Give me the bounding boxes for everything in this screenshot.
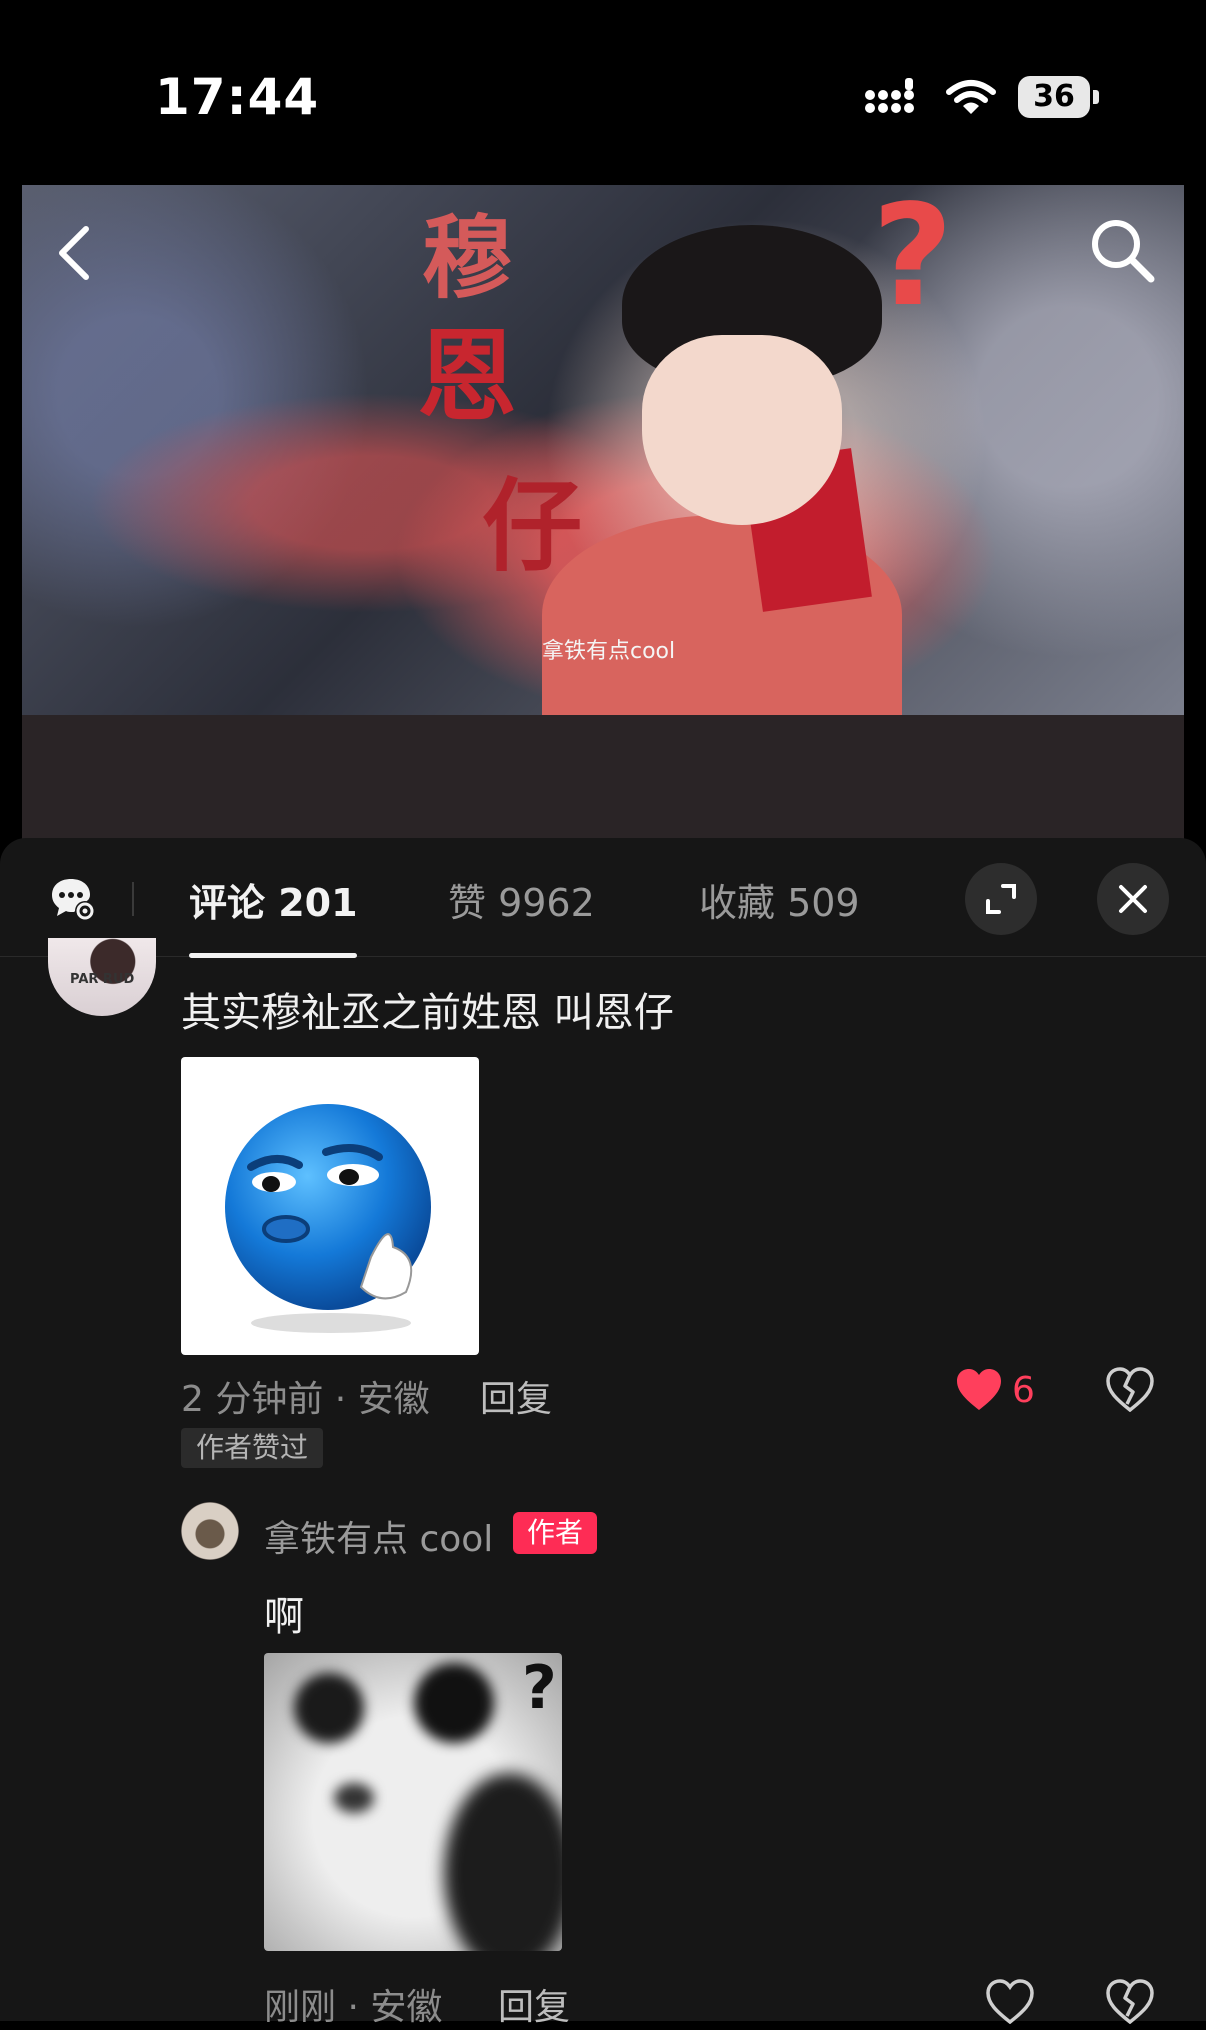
tab-likes[interactable]: 赞 9962	[448, 872, 595, 927]
commenter-avatar[interactable]: PAR RUD	[48, 938, 156, 1016]
status-time: 17:44	[155, 68, 320, 126]
chat-settings-icon[interactable]	[50, 876, 96, 922]
reply-meta: 刚刚 · 安徽	[264, 1987, 443, 2028]
battery-icon: 36	[1018, 76, 1100, 118]
panda-meme-sticker[interactable]: ?	[264, 1653, 562, 1951]
video-player[interactable]: 穆 恩 仔 ? 拿铁有点cool	[22, 185, 1184, 715]
reply-author-name[interactable]: 拿铁有点 cool	[264, 1510, 493, 1562]
video-title-char: 仔	[482, 467, 582, 585]
video-watermark: 拿铁有点cool	[542, 639, 676, 664]
close-button[interactable]	[1097, 863, 1169, 935]
battery-level: 36	[1033, 79, 1075, 114]
close-icon	[1119, 885, 1147, 913]
dislike-icon[interactable]	[1106, 1978, 1154, 2024]
dislike-icon[interactable]	[1106, 1366, 1154, 1412]
video-bottom-strip	[22, 715, 1184, 845]
author-tag: 作者	[513, 1512, 597, 1554]
comment-meta: 2 分钟前 · 安徽	[181, 1379, 430, 1420]
tab-comments[interactable]: 评论 201	[189, 872, 358, 927]
video-title-char: 恩	[417, 317, 517, 435]
expand-icon	[986, 884, 1016, 914]
reply-text: 啊	[264, 1594, 304, 1640]
author-liked-badge: 作者赞过	[181, 1428, 323, 1468]
sticker-question-mark: ?	[522, 1653, 557, 1723]
search-icon[interactable]	[1087, 215, 1157, 285]
comment-text: 其实穆祉丞之前姓恩 叫恩仔	[181, 990, 674, 1036]
video-question-mark: ?	[872, 185, 954, 338]
cellular-signal-icon	[865, 78, 914, 113]
reply-reply-button[interactable]: 回复	[498, 1978, 570, 2030]
like-icon[interactable]	[986, 1978, 1034, 2024]
like-filled-icon[interactable]	[955, 1366, 1003, 1412]
blue-emoji-sticker[interactable]	[181, 1057, 479, 1355]
tab-favorites[interactable]: 收藏 509	[699, 872, 860, 927]
comment-reply-button[interactable]: 回复	[480, 1370, 552, 1422]
comment-panel: 评论 201 赞 9962 收藏 509 PAR RUD 其实穆祉丞之前姓恩 叫…	[0, 838, 1206, 2028]
comment-like-count: 6	[1012, 1370, 1035, 1411]
comment-tab-bar: 评论 201 赞 9962 收藏 509	[0, 838, 1206, 958]
author-avatar[interactable]	[181, 1502, 239, 1560]
wifi-icon	[946, 80, 996, 114]
active-tab-indicator	[189, 953, 357, 958]
expand-button[interactable]	[965, 863, 1037, 935]
back-arrow-icon[interactable]	[52, 223, 96, 283]
status-bar: 17:44 36	[0, 0, 1206, 185]
avatar-shirt-text: PAR RUD	[70, 972, 135, 987]
